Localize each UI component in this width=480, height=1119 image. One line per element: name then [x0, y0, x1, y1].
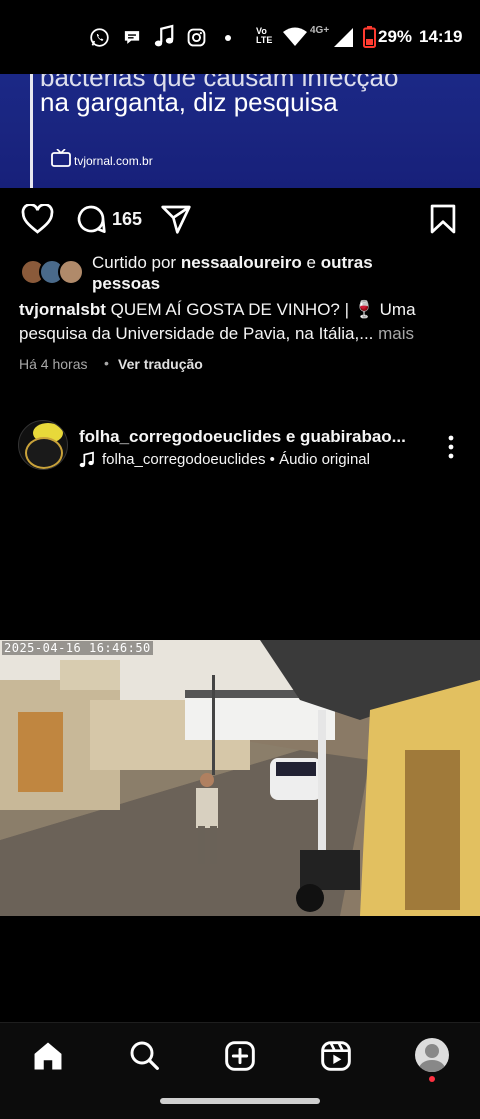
- whatsapp-icon: [90, 28, 109, 47]
- liked-by-prefix: Curtido por: [92, 253, 181, 272]
- caption-text-2: pesquisa da Universidade de Pavia, na It…: [19, 324, 374, 343]
- instagram-icon: [187, 28, 206, 47]
- caption-line-1: tvjornalsbt QUEM AÍ GOSTA DE VINHO? | 🍷 …: [19, 300, 416, 320]
- search-icon[interactable]: [128, 1039, 160, 1071]
- liked-by-user[interactable]: nessaaloureiro: [181, 253, 302, 272]
- post-authors[interactable]: folha_corregodoeuclides e guabirabao...: [79, 427, 406, 447]
- bottom-nav: [0, 1022, 480, 1119]
- more-options-icon[interactable]: [441, 434, 461, 460]
- caption-username[interactable]: tvjornalsbt: [19, 300, 106, 319]
- liked-by-others[interactable]: outras: [321, 253, 373, 272]
- audio-label: Áudio original: [279, 451, 370, 468]
- liked-by-text[interactable]: Curtido por nessaaloureiro e outras: [92, 252, 373, 274]
- volte-icon: Vo LTE: [256, 26, 273, 45]
- chat-bubble-icon: [124, 31, 140, 44]
- signal-icon: [334, 28, 353, 47]
- audio-user: folha_corregodoeuclides: [102, 451, 266, 468]
- translate-link[interactable]: Ver tradução: [118, 356, 203, 372]
- music-note-icon: [154, 24, 174, 47]
- save-bookmark-icon[interactable]: [429, 204, 457, 234]
- comment-icon[interactable]: [75, 203, 107, 235]
- audio-info[interactable]: folha_corregodoeuclides • Áudio original: [102, 451, 370, 468]
- news-source: tvjornal.com.br: [74, 154, 153, 168]
- caption-text: QUEM AÍ GOSTA DE VINHO? | 🍷 Uma: [110, 300, 416, 319]
- gesture-bar[interactable]: [160, 1098, 320, 1104]
- dot-icon: [225, 35, 231, 41]
- liked-by-mid: e: [301, 253, 321, 272]
- headline-line-2: na garganta, diz pesquisa: [40, 87, 338, 117]
- battery-percent: 29%: [378, 27, 413, 46]
- create-icon[interactable]: [224, 1040, 256, 1072]
- notification-dot: [429, 1076, 435, 1082]
- avatar: [58, 259, 84, 285]
- post-header: folha_corregodoeuclides e guabirabao... …: [0, 412, 480, 482]
- video-timestamp: 2025-04-16 16:46:50: [2, 641, 153, 655]
- tv-icon: [51, 149, 71, 167]
- battery-icon: [363, 26, 376, 48]
- caption-line-2: pesquisa da Universidade de Pavia, na It…: [19, 324, 414, 344]
- like-heart-icon[interactable]: [21, 204, 54, 234]
- wifi-icon: [283, 27, 307, 46]
- audio-separator: •: [269, 451, 275, 468]
- comment-count[interactable]: 165: [112, 209, 142, 230]
- liked-by-avatars[interactable]: [20, 258, 84, 285]
- 4g-icon: 4G+: [310, 25, 330, 36]
- music-note-icon: [79, 451, 94, 468]
- meta-separator: •: [104, 355, 109, 371]
- video-frame: [0, 640, 480, 916]
- reels-icon[interactable]: [320, 1040, 352, 1072]
- share-send-icon[interactable]: [160, 204, 192, 234]
- more-link[interactable]: mais: [378, 324, 414, 343]
- post-video[interactable]: 2025-04-16 16:46:50: [0, 640, 480, 916]
- profile-avatar[interactable]: [415, 1038, 449, 1072]
- home-icon[interactable]: [31, 1039, 65, 1073]
- author-avatar[interactable]: [18, 420, 68, 470]
- post-time: Há 4 horas: [19, 356, 88, 372]
- status-bar: Vo LTE 4G+ 29% 14:19: [0, 0, 480, 74]
- liked-by-others-line2[interactable]: pessoas: [92, 274, 160, 294]
- clock: 14:19: [419, 27, 463, 46]
